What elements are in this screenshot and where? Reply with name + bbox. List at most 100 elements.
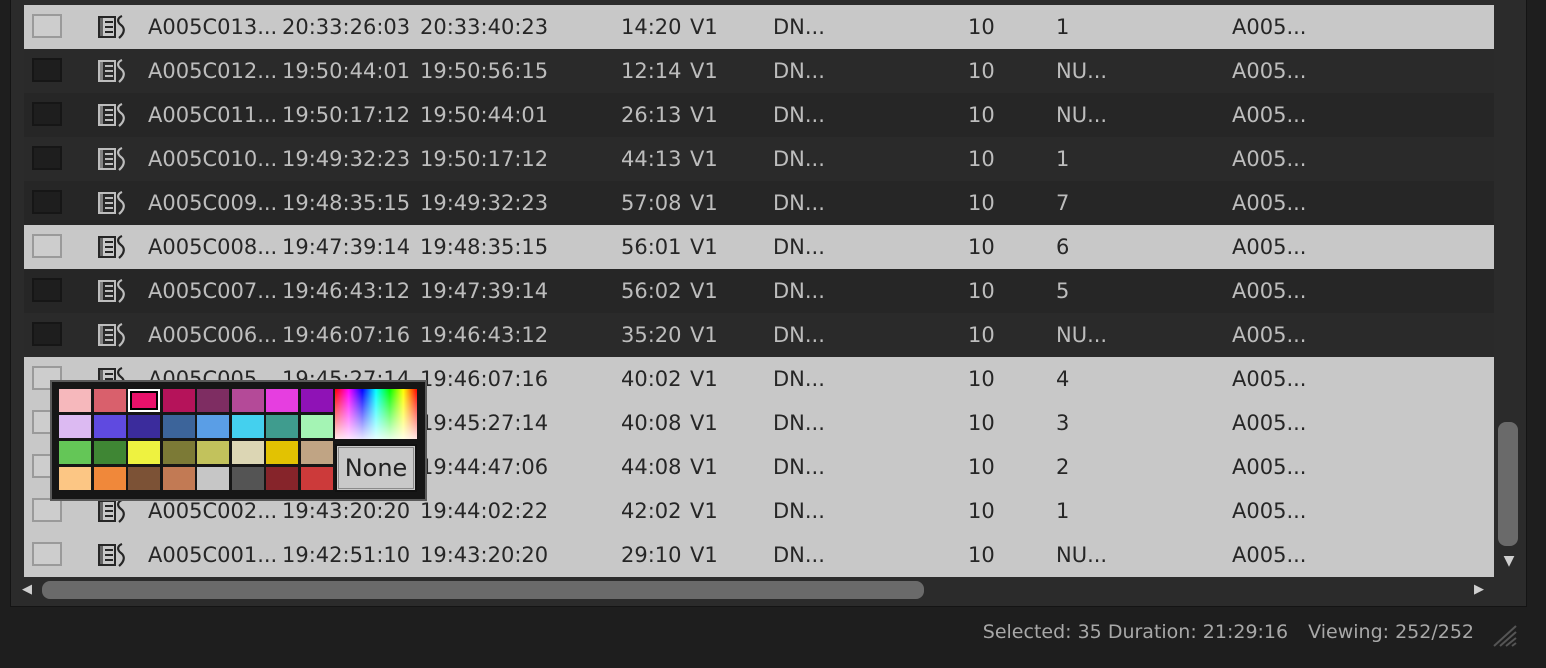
start-timecode: 19:49:32:23 — [282, 147, 411, 171]
reel-name: A005... — [1232, 103, 1307, 127]
color-swatch[interactable] — [128, 415, 160, 438]
row-thumbnail-box[interactable] — [32, 102, 62, 126]
color-swatch[interactable] — [266, 415, 298, 438]
clip-row[interactable]: A005C001... 19:42:51:10 19:43:20:20 29:10 V1… — [24, 533, 1494, 577]
clip-type-icon — [97, 101, 127, 129]
color-swatch[interactable] — [59, 415, 91, 438]
row-thumbnail-box[interactable] — [32, 190, 62, 214]
color-swatch[interactable] — [93, 467, 126, 490]
clip-row[interactable]: A005C013... 20:33:26:03 20:33:40:23 14:20 V1… — [24, 5, 1494, 49]
row-thumbnail-box[interactable] — [32, 234, 62, 258]
reel-name: A005... — [1232, 235, 1307, 259]
color-swatch[interactable] — [197, 415, 229, 438]
clip-row[interactable]: A005C007... 19:46:43:12 19:47:39:14 56:02 V1… — [24, 269, 1494, 313]
codec: DN... — [773, 323, 825, 347]
clip-type-icon — [97, 277, 127, 305]
clip-type-icon — [97, 189, 127, 217]
color-swatch[interactable] — [59, 441, 91, 464]
clip-name: A005C001... — [148, 543, 278, 567]
start-timecode: 19:47:39:14 — [282, 235, 411, 259]
custom-color-spectrum[interactable] — [335, 389, 417, 439]
color-swatch[interactable] — [300, 415, 333, 438]
frame-rate: 10 — [968, 147, 995, 171]
video-track: V1 — [690, 411, 718, 435]
color-swatch[interactable] — [300, 441, 333, 464]
color-swatch[interactable] — [231, 467, 264, 490]
reel-name: A005... — [1232, 59, 1307, 83]
color-swatch[interactable] — [59, 467, 91, 490]
selected-count: Selected: 35 — [982, 621, 1102, 643]
row-thumbnail-box[interactable] — [32, 278, 62, 302]
color-swatch[interactable] — [300, 467, 333, 490]
clip-row[interactable]: A005C011... 19:50:17:12 19:50:44:01 26:13 V1… — [24, 93, 1494, 137]
reel-name: A005... — [1232, 323, 1307, 347]
codec: DN... — [773, 279, 825, 303]
clip-color-picker: None — [50, 380, 427, 501]
color-swatch[interactable] — [162, 467, 195, 490]
scroll-down-arrow-icon[interactable]: ▼ — [1501, 552, 1517, 570]
color-swatch[interactable] — [59, 389, 91, 412]
color-swatch[interactable] — [231, 389, 264, 412]
clip-row[interactable]: A005C009... 19:48:35:15 19:49:32:23 57:08 V1… — [24, 181, 1494, 225]
end-timecode: 19:43:20:20 — [420, 543, 549, 567]
scroll-left-arrow-icon[interactable]: ◀ — [18, 580, 36, 600]
no-color-button[interactable]: None — [335, 444, 417, 492]
codec: DN... — [773, 367, 825, 391]
frame-rate: 10 — [968, 235, 995, 259]
row-thumbnail-box[interactable] — [32, 542, 62, 566]
horizontal-scrollbar-thumb[interactable] — [42, 581, 924, 599]
clip-row[interactable]: A005C006... 19:46:07:16 19:46:43:12 35:20 V1… — [24, 313, 1494, 357]
color-swatch[interactable] — [162, 389, 195, 412]
color-swatch[interactable] — [266, 441, 298, 464]
take-number: 6 — [1056, 235, 1070, 259]
total-duration: Duration: 21:29:16 — [1107, 621, 1289, 643]
video-track: V1 — [690, 367, 718, 391]
take-number: 4 — [1056, 367, 1070, 391]
reel-name: A005... — [1232, 499, 1307, 523]
codec: DN... — [773, 59, 825, 83]
color-swatch[interactable] — [266, 467, 298, 490]
take-number: 5 — [1056, 279, 1070, 303]
video-track: V1 — [690, 147, 718, 171]
end-timecode: 19:48:35:15 — [420, 235, 549, 259]
row-thumbnail-box[interactable] — [32, 14, 62, 38]
clip-row[interactable]: A005C008... 19:47:39:14 19:48:35:15 56:01 V1… — [24, 225, 1494, 269]
color-swatch[interactable] — [231, 415, 264, 438]
row-thumbnail-box[interactable] — [32, 498, 62, 522]
color-swatch[interactable] — [93, 389, 126, 412]
take-number: 2 — [1056, 455, 1070, 479]
color-swatch[interactable] — [162, 415, 195, 438]
row-thumbnail-box[interactable] — [32, 322, 62, 346]
scroll-right-arrow-icon[interactable]: ▶ — [1470, 580, 1488, 600]
color-swatch[interactable] — [128, 389, 160, 412]
clip-row[interactable]: A005C012... 19:50:44:01 19:50:56:15 12:14 V1… — [24, 49, 1494, 93]
end-timecode: 19:50:56:15 — [420, 59, 549, 83]
reel-name: A005... — [1232, 367, 1307, 391]
color-swatch[interactable] — [266, 389, 298, 412]
video-track: V1 — [690, 323, 718, 347]
clip-duration: 14:20 — [621, 15, 682, 39]
color-swatch[interactable] — [197, 441, 229, 464]
clip-duration: 42:02 — [621, 499, 682, 523]
codec: DN... — [773, 235, 825, 259]
color-swatch[interactable] — [162, 441, 195, 464]
clip-type-icon — [97, 321, 127, 349]
color-swatch[interactable] — [93, 415, 126, 438]
color-swatch[interactable] — [197, 389, 229, 412]
clip-row[interactable]: A005C010... 19:49:32:23 19:50:17:12 44:13 V1… — [24, 137, 1494, 181]
color-swatch[interactable] — [128, 467, 160, 490]
codec: DN... — [773, 191, 825, 215]
color-swatch[interactable] — [300, 389, 333, 412]
color-swatch[interactable] — [231, 441, 264, 464]
clip-duration: 40:02 — [621, 367, 682, 391]
row-thumbnail-box[interactable] — [32, 58, 62, 82]
row-thumbnail-box[interactable] — [32, 146, 62, 170]
color-swatch[interactable] — [93, 441, 126, 464]
take-number: 7 — [1056, 191, 1070, 215]
color-swatch[interactable] — [197, 467, 229, 490]
clip-name: A005C011... — [148, 103, 278, 127]
vertical-scrollbar-thumb[interactable] — [1498, 422, 1518, 546]
color-swatch[interactable] — [128, 441, 160, 464]
resize-grip-icon[interactable] — [1488, 622, 1518, 648]
clip-name: A005C008... — [148, 235, 278, 259]
